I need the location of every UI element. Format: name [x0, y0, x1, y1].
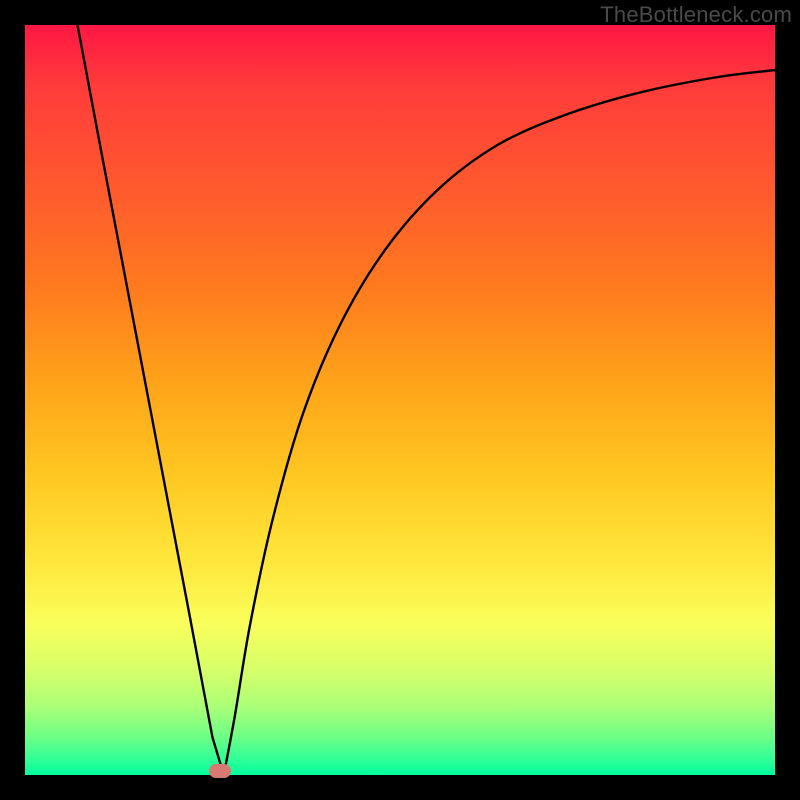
curve-layer — [25, 25, 775, 775]
bottleneck-curve-right — [224, 70, 775, 775]
minimum-marker — [209, 764, 231, 778]
chart-frame — [25, 25, 775, 775]
bottleneck-curve-left — [78, 25, 224, 775]
watermark-text: TheBottleneck.com — [600, 2, 792, 28]
